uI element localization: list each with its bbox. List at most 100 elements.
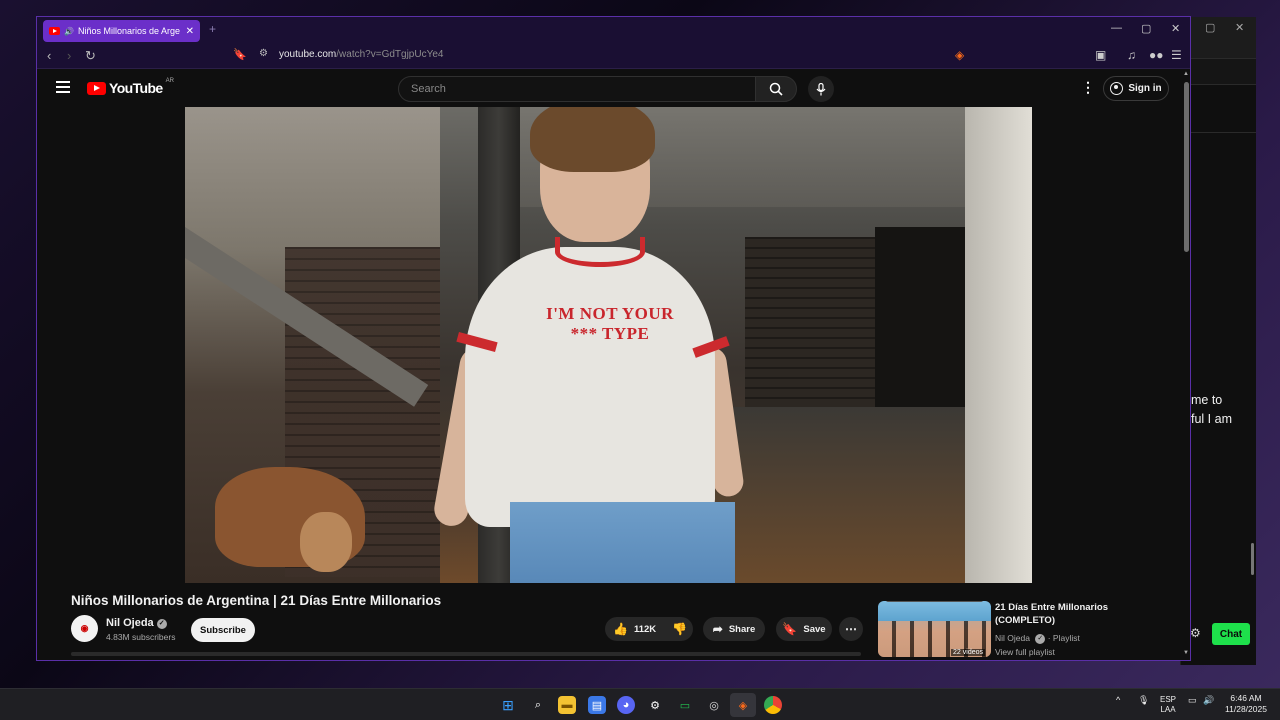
background-titlebar: ▢ ✕ [1181, 17, 1256, 59]
url-host: youtube.com [279, 49, 337, 60]
menu-icon[interactable]: ☰ [1171, 48, 1182, 62]
hamburger-icon[interactable] [56, 81, 70, 96]
dislike-button[interactable]: 👎 [664, 617, 695, 641]
sign-in-button[interactable]: Sign in [1103, 76, 1169, 101]
url-field[interactable]: youtube.com/watch?v=GdTgjpUcYe4 [279, 49, 443, 60]
new-tab-icon[interactable]: + [209, 22, 216, 36]
microphone-icon [816, 82, 826, 95]
video-player[interactable]: I'M NOT YOUR *** TYPE [185, 107, 1032, 583]
playlist-title[interactable]: 21 Días Entre Millonarios (COMPLETO) [995, 601, 1145, 627]
shirt-text: I'M NOT YOUR *** TYPE [540, 304, 680, 344]
tab-bar: 🔊 Niños Millonarios de Argentina | 21 Dí… [37, 17, 1190, 44]
video-title: Niños Millonarios de Argentina | 21 Días… [71, 593, 442, 608]
app-icon[interactable]: ◎ [705, 696, 723, 714]
search-button[interactable] [755, 76, 797, 102]
language-indicator[interactable]: ESP LAA [1160, 695, 1176, 715]
background-text-line2: ful I am [1191, 412, 1232, 426]
youtube-logo[interactable]: YouTube AR [87, 78, 174, 96]
reader-mode-icon[interactable]: ▣ [1095, 48, 1106, 62]
terminal-icon[interactable]: ▭ [676, 696, 694, 714]
forward-icon[interactable]: › [67, 48, 71, 63]
back-icon[interactable]: ‹ [47, 48, 51, 63]
scroll-down-icon[interactable]: ▼ [1183, 650, 1189, 656]
youtube-play-icon [87, 81, 106, 95]
share-label: Share [728, 623, 756, 635]
minimize-icon[interactable]: ▢ [1205, 21, 1215, 34]
scrollbar-thumb[interactable] [1184, 82, 1189, 252]
shirt-text-line1: I'M NOT YOUR [546, 304, 674, 323]
volume-icon[interactable]: 🔊 [1203, 695, 1214, 706]
save-button[interactable]: 🔖 Save [776, 617, 832, 641]
clock-date: 11/28/2025 [1225, 704, 1267, 714]
like-count: 112K [633, 623, 657, 635]
brave-browser-icon[interactable]: ◈ [734, 696, 752, 714]
media-icon[interactable]: ♫ [1127, 48, 1136, 62]
like-dislike-group: 👍 112K 👎 [605, 617, 693, 641]
microphone-icon[interactable]: 🎙 [1138, 695, 1149, 706]
network-icon[interactable]: ▭ [1188, 695, 1197, 706]
playlist-count: 22 videos [951, 649, 985, 656]
close-icon[interactable]: ✕ [1235, 21, 1244, 34]
tab-title: Niños Millonarios de Argentina | 21 Días… [77, 26, 180, 36]
channel-avatar[interactable]: ◉ [71, 615, 98, 642]
background-text-line1: me to [1191, 393, 1223, 407]
extension-icon[interactable]: ●● [1149, 48, 1164, 62]
minimize-icon[interactable]: — [1111, 22, 1122, 34]
close-icon[interactable]: ✕ [1171, 22, 1180, 35]
region-code: AR [165, 78, 174, 84]
account-icon [1110, 82, 1124, 95]
gear-icon[interactable]: ⚙ [1190, 626, 1201, 640]
chat-button[interactable]: Chat [1212, 623, 1250, 645]
maximize-icon[interactable]: ▢ [1141, 22, 1151, 35]
more-icon: ⋯ [845, 622, 857, 636]
youtube-favicon-icon [49, 27, 60, 35]
browser-window: 🔊 Niños Millonarios de Argentina | 21 Dí… [36, 16, 1191, 661]
site-settings-icon[interactable]: ⚙ [259, 48, 268, 59]
youtube-header: YouTube AR Search ⋮ Sign in [37, 70, 1182, 107]
channel-name-text: Nil Ojeda [106, 617, 154, 629]
like-button[interactable]: 👍 112K [605, 617, 664, 641]
reload-icon[interactable]: ↻ [85, 48, 96, 64]
verified-icon: ✓ [156, 619, 167, 629]
description-box-edge [71, 652, 861, 656]
youtube-page: YouTube AR Search ⋮ Sign in I'M NOT YOUR… [37, 70, 1182, 660]
view-full-playlist-link[interactable]: View full playlist [995, 647, 1055, 657]
tab-youtube[interactable]: 🔊 Niños Millonarios de Argentina | 21 Dí… [43, 20, 200, 42]
bookmark-icon[interactable]: 🔖 [233, 48, 247, 61]
address-bar: ‹ › ↻ 🔖 ⚙ youtube.com/watch?v=GdTgjpUcYe… [37, 44, 1190, 69]
subscribe-button[interactable]: Subscribe [191, 618, 255, 642]
search-input[interactable]: Search [398, 76, 756, 102]
clock[interactable]: 6:46 AM 11/28/2025 [1222, 693, 1270, 715]
discord-icon[interactable]: ◕ [617, 696, 635, 714]
more-actions-button[interactable]: ⋯ [839, 617, 863, 641]
start-icon[interactable]: ⊞ [499, 696, 517, 714]
share-button[interactable]: ➦ Share [703, 617, 765, 641]
brave-shields-icon[interactable]: ◈ [955, 48, 964, 62]
playlist-meta: Nil Ojeda ✓ · Playlist [995, 633, 1080, 644]
speaker-icon[interactable]: 🔊 [64, 27, 74, 36]
settings-kebab-icon[interactable]: ⋮ [1081, 79, 1095, 96]
chrome-icon[interactable] [764, 696, 782, 714]
page-scrollbar[interactable]: ▲ ▼ [1182, 70, 1190, 660]
file-explorer-icon[interactable]: ▬ [558, 696, 576, 714]
tab-close-icon[interactable]: ✕ [186, 26, 194, 37]
taskbar: ⊞ ⌕ ▬ ▤ ◕ ⚙ ▭ ◎ ◈ ^ 🎙 ESP LAA ▭ 🔊 6:46 A… [0, 688, 1280, 720]
playlist-channel[interactable]: Nil Ojeda [995, 633, 1030, 643]
scroll-up-icon[interactable]: ▲ [1183, 71, 1189, 77]
settings-icon[interactable]: ⚙ [646, 696, 664, 714]
url-path: /watch?v=GdTgjpUcYe4 [336, 49, 444, 60]
search-icon [769, 82, 783, 96]
language-line2: LAA [1160, 705, 1176, 714]
background-window: ▢ ✕ me to ful I am [1180, 17, 1256, 665]
store-icon[interactable]: ▤ [588, 696, 606, 714]
tray-chevron-icon[interactable]: ^ [1116, 695, 1120, 705]
thumbs-up-icon: 👍 [613, 622, 628, 636]
playlist-type: Playlist [1052, 633, 1080, 643]
channel-name[interactable]: Nil Ojeda ✓ [106, 617, 167, 629]
search-icon[interactable]: ⌕ [529, 696, 547, 714]
thumbs-down-icon: 👎 [672, 622, 688, 636]
background-scrollbar[interactable] [1251, 543, 1254, 575]
voice-search-button[interactable] [808, 76, 834, 102]
playlist-thumbnail[interactable]: 22 videos [878, 601, 991, 657]
verified-icon: ✓ [1035, 634, 1046, 644]
